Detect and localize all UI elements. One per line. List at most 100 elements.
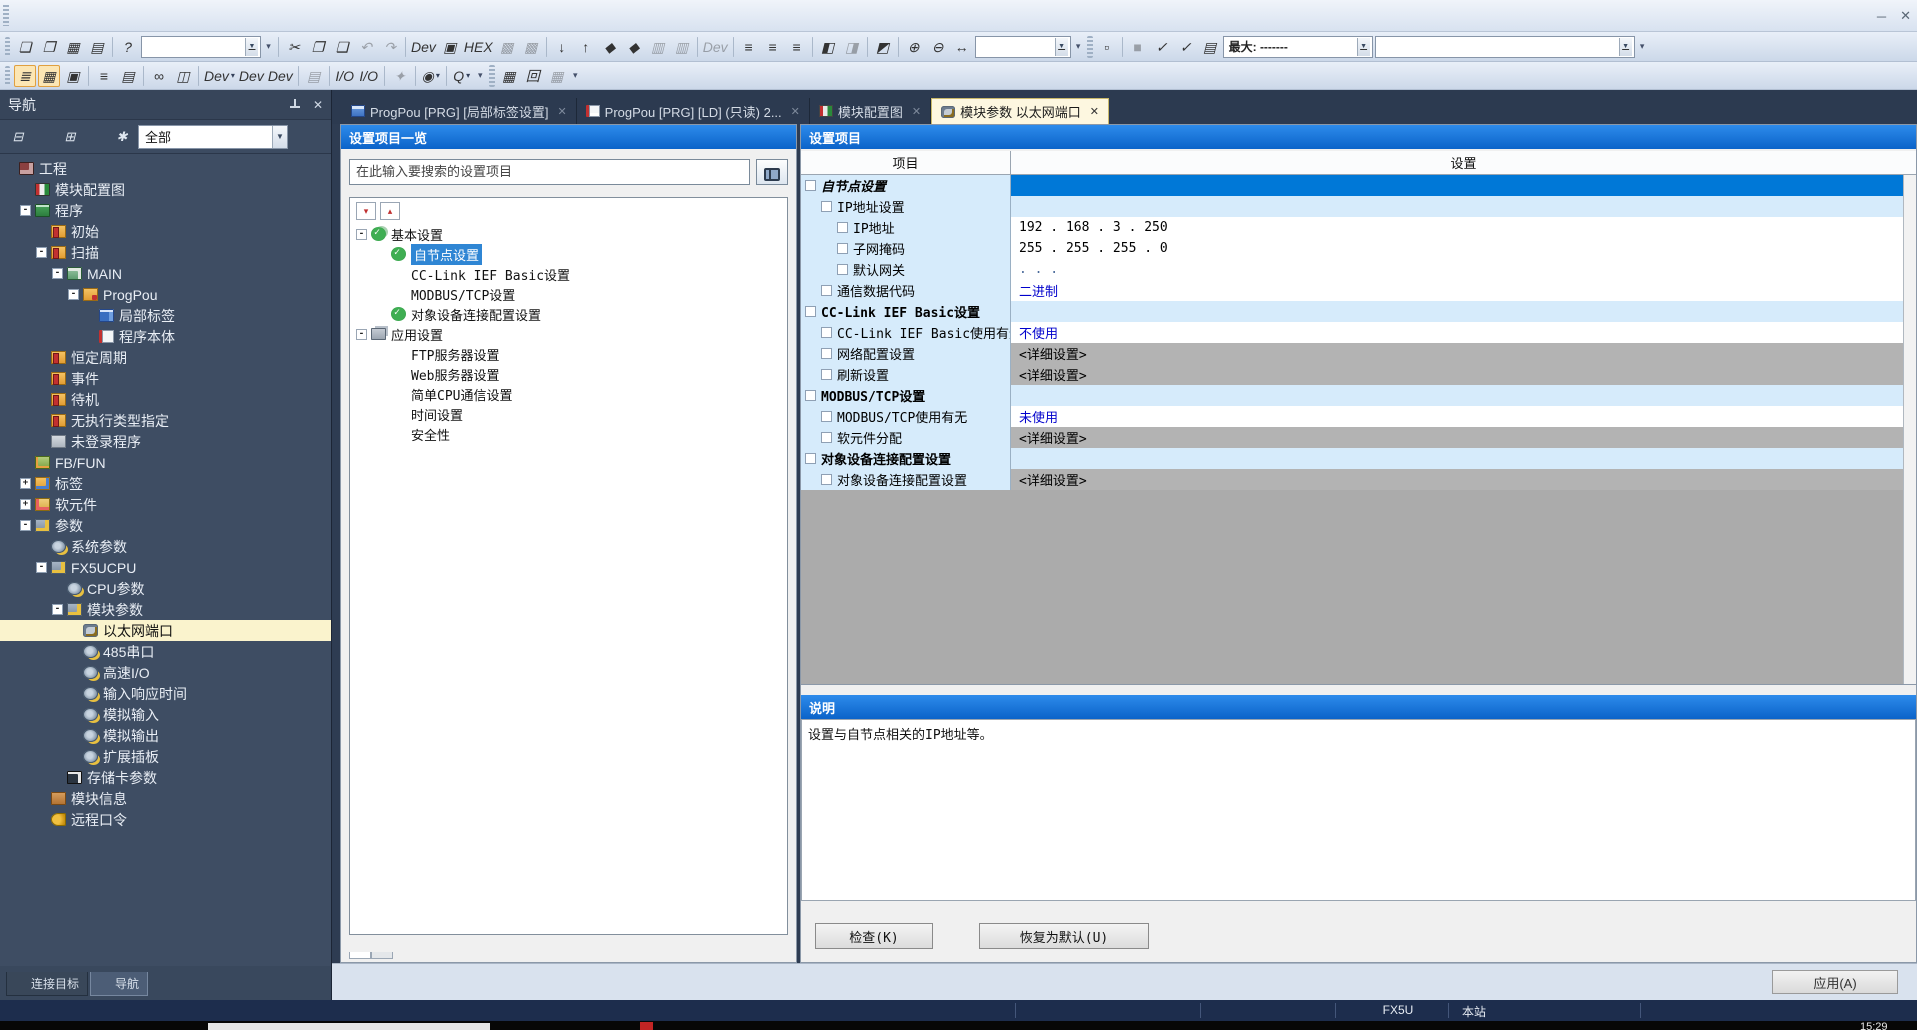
tree-item[interactable]: 模拟输入 (0, 704, 331, 725)
settings-row[interactable]: 子网掩码 255 . 255 . 255 . 0 (801, 238, 1916, 259)
toolbar-button[interactable]: ◫ (172, 65, 194, 87)
toolbar-button[interactable]: ❑ (331, 36, 353, 58)
panel-switch-tab[interactable]: 导航 (90, 972, 148, 996)
toolbar-button[interactable] (546, 37, 547, 57)
tree-expander-icon[interactable] (36, 562, 47, 573)
tree-expander-icon[interactable] (68, 289, 79, 300)
settings-value-cell[interactable]: <详细设置> (1011, 469, 1916, 490)
settings-row[interactable]: 对象设备连接配置设置 <详细设置> (801, 469, 1916, 490)
toolbar-button[interactable]: ▤ (303, 65, 325, 87)
toolbar-button[interactable]: ✓ (1175, 36, 1197, 58)
close-icon[interactable]: ✕ (1900, 8, 1911, 24)
toolbar-button[interactable] (405, 37, 406, 57)
toolbar-button[interactable]: ▥ (671, 36, 693, 58)
toolbar-button[interactable] (415, 66, 416, 86)
toolbar-button[interactable]: ⊕ (903, 36, 925, 58)
toolbar-button[interactable] (1637, 36, 1648, 58)
toolbar-button[interactable]: HEX (463, 36, 494, 58)
tab-close-icon[interactable]: ✕ (791, 105, 800, 118)
tree-item[interactable]: 输入响应时间 (0, 683, 331, 704)
toolbar-button[interactable] (475, 65, 486, 87)
toolbar-button[interactable]: Dev (238, 65, 265, 87)
toolbar-button[interactable]: ▫ (1096, 36, 1118, 58)
toolbar-button[interactable]: ∞ (148, 65, 170, 87)
tree-item[interactable]: 初始 (0, 221, 331, 242)
tree-item[interactable]: FX5UCPU (0, 557, 331, 578)
toolbar-button[interactable]: ◩ (872, 36, 894, 58)
toolbar-button[interactable]: ◆ (623, 36, 645, 58)
toolbar-button[interactable] (446, 66, 447, 86)
setting-tree-item[interactable]: 基本设置 (350, 224, 787, 244)
tree-item[interactable]: 高速I/O (0, 662, 331, 683)
toolbar-button[interactable] (263, 36, 274, 58)
toolbar-button[interactable]: ≡ (738, 36, 760, 58)
setting-tree-item[interactable]: 时间设置 (350, 404, 787, 424)
settings-item-cell[interactable]: CC-Link IEF Basic使用有无 (801, 322, 1011, 343)
document-tab[interactable]: ProgPou [PRG] [LD] (只读) 2... ✕ (577, 98, 810, 124)
row-expander-icon[interactable] (821, 201, 832, 212)
tree-item[interactable]: FB/FUN (0, 452, 331, 473)
tab-close-icon[interactable]: ✕ (557, 105, 566, 118)
toolbar-button[interactable] (198, 66, 199, 86)
search-button[interactable] (756, 159, 788, 185)
toolbar-button[interactable]: 回 (522, 65, 544, 87)
toolbar-button[interactable] (1087, 36, 1093, 58)
row-expander-icon[interactable] (837, 264, 848, 275)
tree-expander-icon[interactable] (356, 329, 367, 340)
toolbar-button[interactable]: Dev (267, 65, 294, 87)
toolbar-button[interactable] (141, 36, 261, 58)
nav-filter-dropdown[interactable]: 全部 (138, 125, 288, 149)
tree-item[interactable]: ProgPou (0, 284, 331, 305)
settings-item-cell[interactable]: IP地址 (801, 217, 1011, 238)
setting-tree-item[interactable]: 对象设备连接配置设置 (350, 304, 787, 324)
toolbar-button[interactable]: ↑ (575, 36, 597, 58)
settings-item-cell[interactable]: MODBUS/TCP设置 (801, 385, 1011, 406)
setting-list-tab[interactable] (349, 952, 371, 959)
tab-close-icon[interactable]: ✕ (1090, 105, 1099, 118)
tree-item[interactable]: 待机 (0, 389, 331, 410)
toolbar-button[interactable]: ↷ (379, 36, 401, 58)
toolbar-button[interactable]: ◆ (599, 36, 621, 58)
settings-row[interactable]: IP地址设置 (801, 196, 1916, 217)
tree-item[interactable]: 系统参数 (0, 536, 331, 557)
settings-item-cell[interactable]: 刷新设置 (801, 364, 1011, 385)
pin-icon[interactable] (289, 99, 301, 111)
toolbar-button[interactable]: ⊖ (927, 36, 949, 58)
tree-item[interactable]: CPU参数 (0, 578, 331, 599)
toolbar-button[interactable]: ▩ (520, 36, 542, 58)
settings-item-cell[interactable]: IP地址设置 (801, 196, 1011, 217)
settings-item-cell[interactable]: 自节点设置 (801, 175, 1011, 196)
nav-tool-button[interactable] (84, 126, 108, 148)
tree-expander-icon[interactable] (52, 604, 63, 615)
settings-item-cell[interactable]: 软元件分配 (801, 427, 1011, 448)
toolbar-button[interactable]: ▤ (86, 36, 108, 58)
row-expander-icon[interactable] (821, 474, 832, 485)
row-expander-icon[interactable] (805, 306, 816, 317)
document-tab[interactable]: 模块配置图 ✕ (810, 98, 931, 124)
toolbar-button[interactable] (278, 37, 279, 57)
toolbar-button[interactable]: ▦ (546, 65, 568, 87)
tree-item[interactable]: 485串口 (0, 641, 331, 662)
toolbar-button[interactable]: Dev (702, 36, 729, 58)
toolbar-button[interactable]: ≡ (93, 65, 115, 87)
setting-search-input[interactable] (349, 159, 750, 185)
toolbar-button[interactable]: Dev (410, 36, 437, 58)
toolbar-button[interactable] (329, 66, 330, 86)
panel-switch-tab[interactable]: 连接目标 (6, 972, 88, 996)
toolbar-button[interactable]: ↓ (551, 36, 573, 58)
settings-value-cell[interactable]: <详细设置> (1011, 364, 1916, 385)
tree-item[interactable]: 无执行类型指定 (0, 410, 331, 431)
toolbar-grip[interactable] (3, 5, 9, 27)
toolbar-button[interactable] (1375, 36, 1635, 58)
toolbar-button[interactable]: ◉ (420, 65, 442, 87)
toolbar-button[interactable] (143, 66, 144, 86)
toolbar-button[interactable]: ? (117, 36, 139, 58)
tree-item[interactable]: 模拟输出 (0, 725, 331, 746)
toolbar-button[interactable]: ◨ (841, 36, 863, 58)
toolbar-button[interactable] (570, 65, 581, 87)
settings-value-cell[interactable]: 二进制 (1011, 280, 1916, 301)
toolbar-button[interactable] (5, 66, 10, 86)
toolbar-button[interactable]: ≣ (14, 65, 36, 87)
settings-value-cell[interactable]: 不使用 (1011, 322, 1916, 343)
tree-expander-icon[interactable] (20, 499, 31, 510)
